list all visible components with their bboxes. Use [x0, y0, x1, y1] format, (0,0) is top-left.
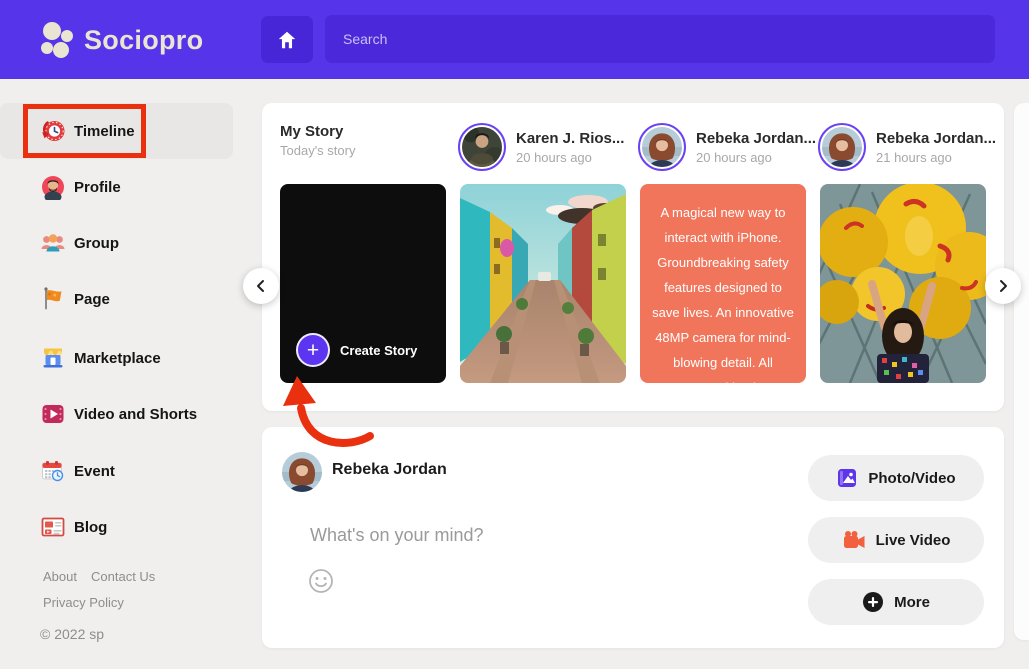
stories-next-button[interactable] [985, 268, 1021, 304]
chevron-left-icon [254, 279, 268, 293]
search-input[interactable] [325, 15, 995, 63]
avatar [458, 123, 506, 171]
home-icon [276, 29, 298, 51]
video-play-icon [40, 401, 66, 427]
calendar-clock-icon [40, 458, 66, 484]
live-video-button[interactable]: Live Video [808, 517, 984, 563]
sidebar-item-label: Timeline [74, 123, 135, 140]
create-story-card[interactable]: + Create Story [280, 184, 446, 383]
avatar[interactable] [282, 452, 322, 492]
more-label: More [894, 594, 930, 611]
blog-page-icon [40, 514, 66, 540]
story-user-name: Rebeka Jordan... [876, 130, 996, 147]
sidebar-item-video-and-shorts[interactable]: Video and Shorts [0, 386, 233, 442]
sidebar-item-timeline[interactable]: Timeline [0, 103, 233, 159]
street-photo-image [460, 184, 626, 383]
rebeka-avatar-image [642, 127, 682, 167]
copyright-text: © 2022 sp [40, 626, 104, 642]
story-card-balloons-photo[interactable] [820, 184, 986, 383]
app-screen: Sociopro Timeline [0, 0, 1029, 669]
stories-prev-button[interactable] [243, 268, 279, 304]
sidebar-item-label: Profile [74, 179, 121, 196]
stories-panel: My Story Today's story Karen J. Rios... … [262, 103, 1004, 411]
emoji-icon[interactable] [308, 568, 334, 594]
sidebar-item-event[interactable]: Event [0, 443, 233, 499]
app-title: Sociopro [84, 25, 203, 56]
right-panel-edge [1014, 103, 1029, 640]
live-video-label: Live Video [876, 532, 951, 549]
rebeka-avatar-image [282, 452, 322, 492]
more-button[interactable]: More [808, 579, 984, 625]
flag-icon [40, 286, 66, 312]
profile-avatar-icon [40, 174, 66, 200]
story-user-name: Karen J. Rios... [516, 130, 624, 147]
plus-circle-icon [862, 591, 884, 613]
story-header-rebeka-2[interactable]: Rebeka Jordan... 21 hours ago [818, 123, 984, 171]
sidebar-item-label: Marketplace [74, 350, 161, 367]
story-header-karen[interactable]: Karen J. Rios... 20 hours ago [458, 123, 624, 171]
composer-user-name: Rebeka Jordan [332, 461, 447, 479]
contact-us-link[interactable]: Contact Us [91, 569, 155, 584]
photo-video-label: Photo/Video [868, 470, 955, 487]
story-time: 20 hours ago [696, 150, 816, 165]
video-camera-icon [842, 529, 866, 551]
my-story-subtitle: Today's story [280, 143, 355, 158]
history-clock-icon [40, 118, 66, 144]
app-logo[interactable]: Sociopro [38, 20, 203, 60]
rebeka-avatar-image [822, 127, 862, 167]
group-people-icon [40, 230, 66, 256]
avatar [638, 123, 686, 171]
home-button[interactable] [261, 16, 313, 63]
about-link[interactable]: About [43, 569, 77, 584]
my-story-header: My Story Today's story [280, 123, 446, 158]
post-text-input[interactable]: What's on your mind? [310, 525, 484, 546]
storefront-icon [40, 345, 66, 371]
sidebar-item-label: Video and Shorts [74, 406, 197, 423]
story-time: 20 hours ago [516, 150, 624, 165]
sidebar-item-group[interactable]: Group [0, 215, 233, 271]
post-composer: Rebeka Jordan What's on your mind? Photo… [262, 427, 1004, 648]
sidebar-item-label: Group [74, 235, 119, 252]
sidebar-item-marketplace[interactable]: Marketplace [0, 330, 233, 386]
my-story-title: My Story [280, 123, 355, 140]
karen-avatar-image [462, 127, 502, 167]
create-story-label: Create Story [340, 343, 417, 358]
sidebar-item-profile[interactable]: Profile [0, 159, 233, 215]
top-navbar: Sociopro [0, 0, 1029, 79]
story-card-street-photo[interactable] [460, 184, 626, 383]
story-user-name: Rebeka Jordan... [696, 130, 816, 147]
sidebar-item-label: Page [74, 291, 110, 308]
photo-video-button[interactable]: Photo/Video [808, 455, 984, 501]
story-card-text[interactable]: A magical new way to interact with iPhon… [640, 184, 806, 383]
privacy-policy-link[interactable]: Privacy Policy [43, 595, 124, 610]
sidebar-item-page[interactable]: Page [0, 271, 233, 327]
story-time: 21 hours ago [876, 150, 996, 165]
sidebar-item-blog[interactable]: Blog [0, 499, 233, 555]
photo-icon [836, 467, 858, 489]
plus-icon[interactable]: + [296, 333, 330, 367]
balloons-photo-image [820, 184, 986, 383]
sidebar-item-label: Blog [74, 519, 107, 536]
chevron-right-icon [996, 279, 1010, 293]
story-header-rebeka-1[interactable]: Rebeka Jordan... 20 hours ago [638, 123, 804, 171]
sociopro-logo-icon [38, 20, 76, 60]
sidebar-item-label: Event [74, 463, 115, 480]
avatar [818, 123, 866, 171]
story-text-content: A magical new way to interact with iPhon… [652, 205, 794, 383]
